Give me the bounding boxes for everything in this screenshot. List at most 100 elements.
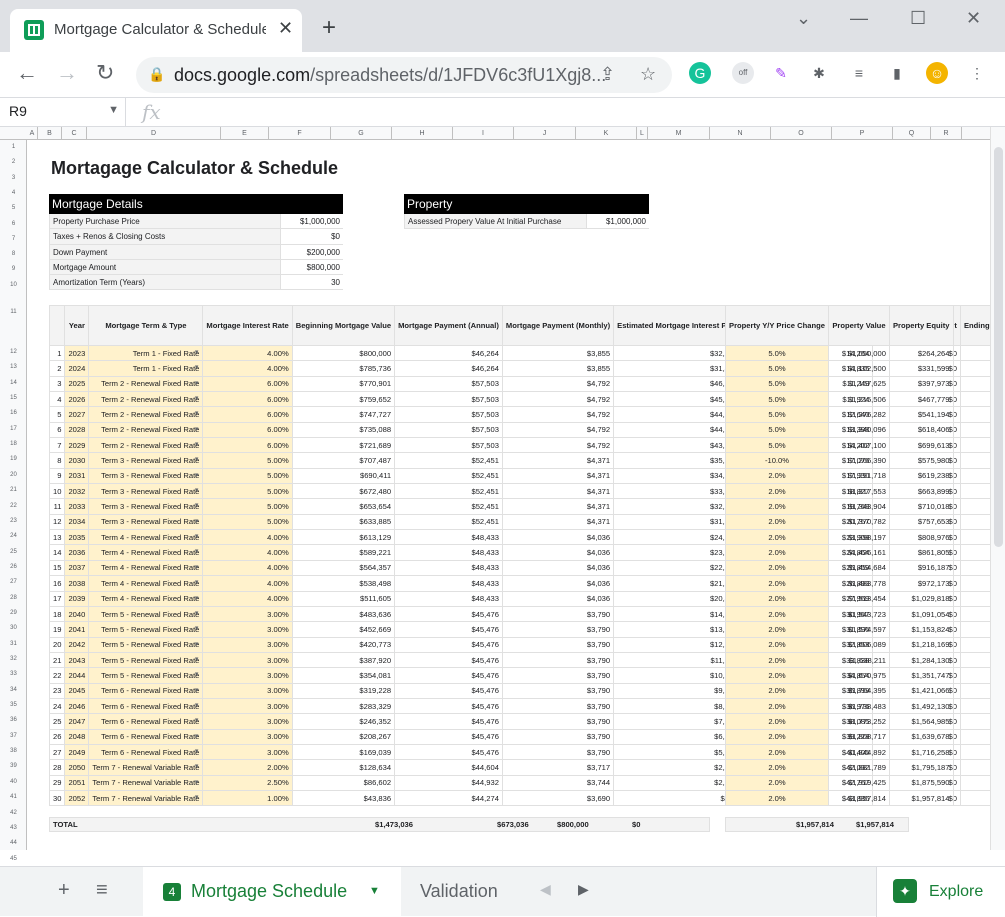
payment-annual[interactable]: $57,503: [394, 406, 503, 423]
ending-value[interactable]: $387,920: [959, 636, 990, 653]
payment-monthly[interactable]: $4,036: [501, 590, 615, 607]
term-type[interactable]: Term 3 - Renewal Fixed Rate: [88, 513, 204, 531]
ending-value[interactable]: $319,228: [959, 667, 990, 684]
term-type[interactable]: Term 5 - Renewal Fixed Rate: [88, 605, 204, 623]
interest-rate[interactable]: 4.00%: [202, 529, 293, 546]
back-icon[interactable]: ←: [16, 60, 38, 86]
ending-value[interactable]: $420,773: [959, 621, 990, 638]
payment-annual[interactable]: $45,476: [394, 743, 503, 761]
payment-monthly[interactable]: $3,790: [501, 743, 615, 761]
interest-paid[interactable]: $11,638: [613, 651, 742, 669]
interest-rate[interactable]: 4.00%: [202, 575, 293, 592]
property-value[interactable]: $1,215,506: [827, 391, 890, 408]
interest-rate[interactable]: 4.00%: [202, 559, 293, 577]
row-header[interactable]: 25: [0, 549, 27, 555]
payment-annual[interactable]: $45,476: [394, 667, 503, 684]
row-header[interactable]: 38: [0, 748, 27, 754]
payment-monthly[interactable]: $4,036: [501, 544, 615, 561]
year[interactable]: 2034: [64, 513, 90, 531]
price-change[interactable]: 2.0%: [725, 559, 829, 577]
detail-value[interactable]: $1,000,000: [281, 214, 343, 228]
beginning-value[interactable]: $633,885: [291, 513, 396, 531]
row-index[interactable]: 7: [48, 437, 66, 454]
side-panel-icon[interactable]: ▮: [886, 62, 908, 84]
extensions-puzzle-icon[interactable]: ✱: [808, 62, 830, 84]
ending-value[interactable]: $452,669: [959, 605, 990, 623]
interest-paid[interactable]: $24,525: [613, 529, 742, 546]
minimize-icon[interactable]: —: [850, 8, 868, 29]
row-header[interactable]: 4: [0, 190, 27, 196]
property-equity[interactable]: $1,351,747: [888, 667, 954, 684]
term-type[interactable]: Term 4 - Renewal Fixed Rate: [88, 575, 204, 592]
price-change[interactable]: 2.0%: [725, 544, 829, 561]
payment-monthly[interactable]: $3,790: [501, 713, 615, 730]
payment-annual[interactable]: $57,503: [394, 391, 503, 408]
beginning-value[interactable]: $511,605: [291, 590, 396, 607]
interest-paid[interactable]: $438: [613, 789, 742, 807]
row-index[interactable]: 10: [48, 483, 66, 500]
property-equity[interactable]: $541,194: [888, 406, 954, 423]
row-header[interactable]: 15: [0, 395, 27, 401]
property-value[interactable]: $1,454,684: [827, 559, 890, 577]
pen-icon[interactable]: ✎: [770, 62, 792, 84]
payment-monthly[interactable]: $3,790: [501, 697, 615, 715]
payment-annual[interactable]: $52,451: [394, 498, 503, 515]
media-icon[interactable]: ≡: [848, 62, 870, 84]
interest-paid[interactable]: $45,579: [613, 391, 742, 408]
row-index[interactable]: 20: [48, 636, 66, 653]
year[interactable]: 2041: [64, 621, 90, 638]
beginning-value[interactable]: $800,000: [291, 344, 396, 362]
chevron-down-icon[interactable]: ⌄: [796, 8, 811, 29]
property-value[interactable]: $1,773,252: [827, 713, 890, 730]
row-header[interactable]: 36: [0, 717, 27, 723]
payment-annual[interactable]: $45,476: [394, 713, 503, 730]
spreadsheet-grid[interactable]: Mortagage Calculator & Schedule Mortgage…: [27, 140, 990, 850]
price-change[interactable]: 2.0%: [725, 621, 829, 638]
price-change[interactable]: 5.0%: [725, 437, 829, 454]
row-header[interactable]: 9: [0, 266, 27, 272]
term-type[interactable]: Term 6 - Renewal Fixed Rate: [88, 713, 204, 730]
row-index[interactable]: 3: [48, 375, 66, 393]
row-header[interactable]: 22: [0, 503, 27, 509]
row-header[interactable]: 13: [0, 364, 27, 370]
property-equity[interactable]: $1,795,187: [888, 759, 954, 776]
year[interactable]: 2028: [64, 421, 90, 439]
price-change[interactable]: -10.0%: [725, 452, 829, 469]
column-header[interactable]: P: [832, 127, 893, 140]
row-header[interactable]: 6: [0, 221, 27, 227]
row-header[interactable]: 11: [0, 309, 27, 315]
property-equity[interactable]: $1,091,054: [888, 605, 954, 623]
interest-paid[interactable]: $2,573: [613, 759, 742, 776]
row-header[interactable]: 40: [0, 779, 27, 785]
row-index[interactable]: 26: [48, 728, 66, 745]
grammarly-icon[interactable]: G: [689, 62, 711, 84]
beginning-value[interactable]: $43,836: [291, 789, 396, 807]
new-tab-icon[interactable]: +: [322, 14, 336, 42]
row-header[interactable]: 43: [0, 825, 27, 831]
year[interactable]: 2033: [64, 498, 90, 515]
row-header[interactable]: 14: [0, 380, 27, 386]
property-value[interactable]: $1,543,723: [827, 605, 890, 623]
interest-rate[interactable]: 5.00%: [202, 513, 293, 531]
property-equity[interactable]: $619,238: [888, 467, 954, 485]
row-index[interactable]: 23: [48, 682, 66, 699]
property-value[interactable]: $1,370,782: [827, 513, 890, 531]
name-box[interactable]: R9 ▼: [0, 98, 126, 126]
property-value[interactable]: $1,483,778: [827, 575, 890, 592]
beginning-value[interactable]: $735,088: [291, 421, 396, 439]
beginning-value[interactable]: $770,901: [291, 375, 396, 393]
price-change[interactable]: 2.0%: [725, 605, 829, 623]
payment-annual[interactable]: $45,476: [394, 636, 503, 653]
forward-icon[interactable]: →: [56, 60, 78, 86]
row-header[interactable]: 7: [0, 236, 27, 242]
row-header[interactable]: 41: [0, 794, 27, 800]
row-index[interactable]: 28: [48, 759, 66, 776]
row-index[interactable]: 18: [48, 605, 66, 623]
property-equity[interactable]: $1,492,130: [888, 697, 954, 715]
price-change[interactable]: 2.0%: [725, 789, 829, 807]
term-type[interactable]: Term 2 - Renewal Fixed Rate: [88, 437, 204, 454]
year[interactable]: 2044: [64, 667, 90, 684]
detail-value[interactable]: 30: [281, 275, 343, 289]
beginning-value[interactable]: $246,352: [291, 713, 396, 730]
price-change[interactable]: 2.0%: [725, 774, 829, 791]
